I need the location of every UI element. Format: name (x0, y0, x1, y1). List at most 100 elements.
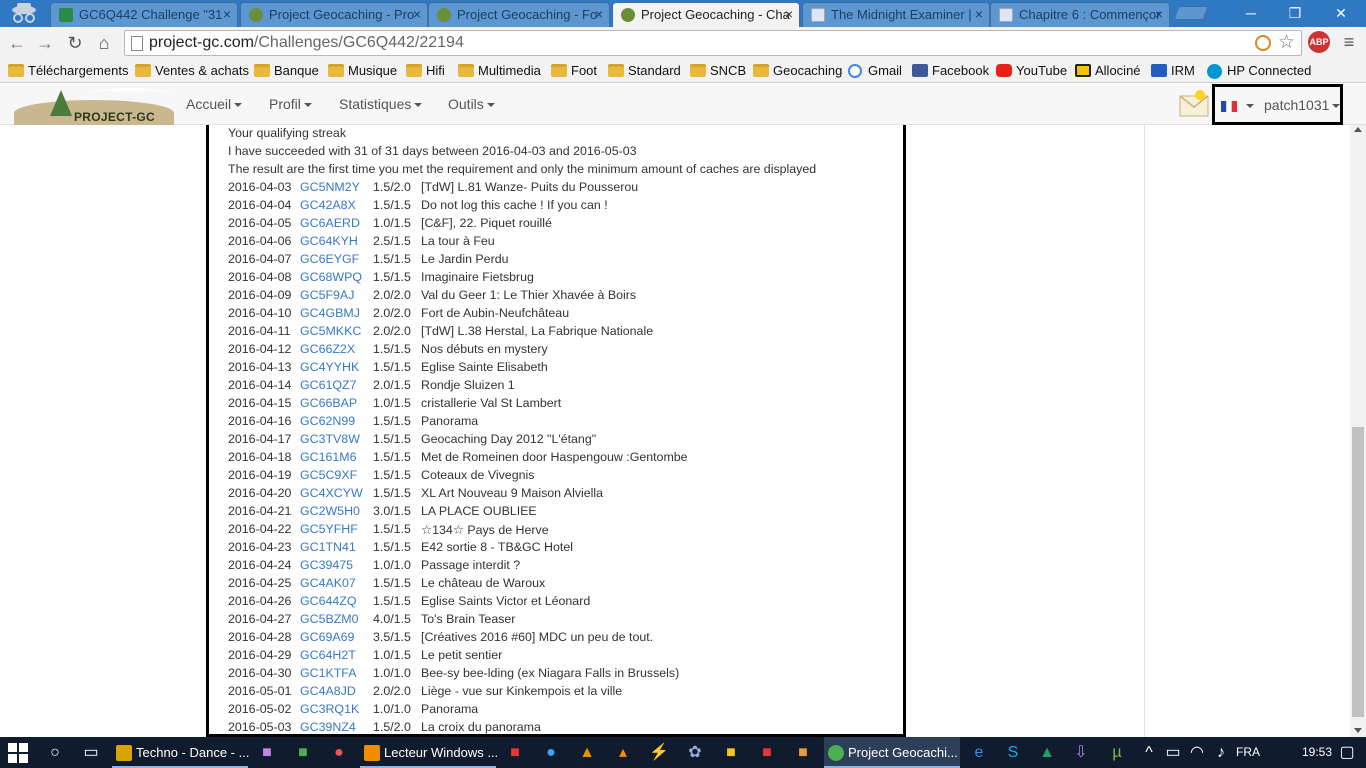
cache-code-link[interactable]: GC64KYH (300, 234, 358, 248)
minimize-button[interactable]: ─ (1228, 0, 1274, 26)
bookmark-item[interactable]: Gmail (848, 62, 902, 80)
flag-france-icon[interactable] (1221, 101, 1237, 112)
bookmark-item[interactable]: SNCB (690, 62, 746, 80)
cache-code-link[interactable]: GC62N99 (300, 414, 355, 428)
browser-tab-active[interactable]: Project Geocaching - Cha × (612, 2, 800, 27)
cache-code-link[interactable]: GC64H2T (300, 648, 356, 662)
app-icon[interactable]: ■ (292, 742, 314, 764)
forward-icon[interactable]: → (34, 32, 56, 54)
address-bar[interactable]: project-gc.com/Challenges/GC6Q442/22194 … (124, 30, 1302, 56)
nav-accueil[interactable]: Accueil (186, 96, 243, 112)
app-icon[interactable]: ✿ (684, 742, 706, 764)
cache-code-link[interactable]: GC3TV8W (300, 432, 360, 446)
app-icon[interactable]: ⚡ (648, 742, 670, 764)
bookmark-item[interactable]: Geocaching (753, 62, 842, 80)
caret-down-icon[interactable] (1246, 104, 1254, 108)
windows-start-icon[interactable] (8, 743, 28, 763)
notification-icon[interactable]: ▢ (1336, 742, 1358, 764)
bookmark-item[interactable]: IRM (1151, 62, 1195, 80)
cache-code-link[interactable]: GC5NM2Y (300, 180, 360, 194)
pdf-icon[interactable]: ■ (504, 742, 526, 764)
cache-code-link[interactable]: GC39475 (300, 558, 353, 572)
app-icon[interactable]: ■ (256, 742, 278, 764)
cache-code-link[interactable]: GC4A8JD (300, 684, 356, 698)
bookmark-item[interactable]: Banque (254, 62, 319, 80)
app-icon[interactable]: ■ (756, 742, 778, 764)
scroll-up-icon[interactable] (1354, 127, 1362, 132)
cache-code-link[interactable]: GC3RQ1K (300, 702, 359, 716)
tab-close-icon[interactable]: × (785, 3, 793, 26)
adblock-icon[interactable]: ABP (1308, 31, 1330, 53)
tab-close-icon[interactable]: × (223, 3, 231, 26)
wifi-icon[interactable]: ◠ (1186, 742, 1208, 764)
torrent-icon[interactable]: µ (1106, 742, 1128, 764)
close-window-button[interactable]: ✕ (1318, 0, 1364, 26)
cache-code-link[interactable]: GC66Z2X (300, 342, 355, 356)
cache-code-link[interactable]: GC2W5H0 (300, 504, 360, 518)
nav-profil[interactable]: Profil (269, 96, 312, 112)
nav-outils[interactable]: Outils (448, 96, 495, 112)
project-gc-logo[interactable]: PROJECT-GC (14, 84, 174, 126)
bookmark-item[interactable]: Facebook (912, 62, 989, 80)
drive-icon[interactable]: ▲ (1036, 742, 1058, 764)
cache-code-link[interactable]: GC161M6 (300, 450, 356, 464)
scrollbar-thumb[interactable] (1352, 427, 1364, 717)
scroll-down-icon[interactable] (1354, 728, 1362, 733)
bookmark-item[interactable]: Standard (608, 62, 681, 80)
cache-code-link[interactable]: GC5MKKC (300, 324, 361, 338)
app-icon[interactable]: ■ (792, 742, 814, 764)
app-icon[interactable]: ● (328, 742, 350, 764)
volume-icon[interactable]: ♪ (1210, 742, 1232, 764)
mail-icon[interactable] (1178, 88, 1210, 118)
browser-tab[interactable]: Project Geocaching - Fo × (428, 2, 610, 27)
cache-code-link[interactable]: GC6EYGF (300, 252, 359, 266)
cache-code-link[interactable]: GC5F9AJ (300, 288, 354, 302)
bookmark-item[interactable]: Foot (551, 62, 597, 80)
page-scrollbar[interactable] (1350, 125, 1366, 737)
tab-close-icon[interactable]: × (1155, 3, 1163, 26)
browser-tab[interactable]: Project Geocaching - Pro × (240, 2, 428, 27)
bookmark-item[interactable]: YouTube (996, 62, 1067, 80)
app-icon[interactable]: ● (540, 742, 562, 764)
menu-icon[interactable]: ≡ (1340, 31, 1358, 53)
download-icon[interactable]: ⇩ (1070, 742, 1092, 764)
cache-code-link[interactable]: GC644ZQ (300, 594, 356, 608)
bookmark-item[interactable]: HP Connected (1207, 62, 1311, 80)
cache-code-link[interactable]: GC5BZM0 (300, 612, 359, 626)
cache-code-link[interactable]: GC69A69 (300, 630, 354, 644)
cache-code-link[interactable]: GC4XCYW (300, 486, 363, 500)
taskbar-app[interactable]: Lecteur Windows ... (360, 737, 498, 768)
browser-tab[interactable]: GC6Q442 Challenge "31 × (50, 2, 238, 27)
cache-code-link[interactable]: GC1KTFA (300, 666, 356, 680)
cache-code-link[interactable]: GC4GBMJ (300, 306, 360, 320)
bookmark-item[interactable]: Musique (328, 62, 397, 80)
taskbar-app[interactable]: Techno - Dance - ... (112, 737, 249, 768)
task-view-icon[interactable]: ▭ (80, 742, 102, 764)
skype-icon[interactable]: S (1002, 742, 1024, 764)
bookmark-item[interactable]: Téléchargements (8, 62, 128, 80)
reload-icon[interactable]: ↻ (64, 32, 86, 54)
tab-close-icon[interactable]: × (595, 3, 603, 26)
restore-button[interactable]: ❐ (1272, 0, 1318, 26)
search-icon[interactable]: ○ (44, 742, 66, 764)
app-icon[interactable]: ■ (720, 742, 742, 764)
back-icon[interactable]: ← (6, 32, 28, 54)
cache-code-link[interactable]: GC39NZ4 (300, 720, 356, 734)
cache-code-link[interactable]: GC68WPQ (300, 270, 362, 284)
tab-close-icon[interactable]: × (975, 3, 983, 26)
browser-tab[interactable]: The Midnight Examiner | × (802, 2, 990, 27)
cache-code-link[interactable]: GC6AERD (300, 216, 360, 230)
cache-code-link[interactable]: GC1TN41 (300, 540, 356, 554)
cache-code-link[interactable]: GC5YFHF (300, 522, 358, 536)
bookmark-item[interactable]: Hifi (406, 62, 445, 80)
nav-statistiques[interactable]: Statistiques (339, 96, 423, 112)
language-indicator[interactable]: FRA (1236, 737, 1260, 768)
home-icon[interactable]: ⌂ (93, 32, 115, 54)
app-icon[interactable]: ▴ (612, 742, 634, 764)
taskbar-app-active[interactable]: Project Geocachi... (824, 737, 960, 768)
bookmark-item[interactable]: Allociné (1075, 62, 1141, 80)
clock[interactable]: 19:53 (1302, 737, 1332, 768)
new-tab-button[interactable] (1173, 6, 1209, 20)
cache-code-link[interactable]: GC5C9XF (300, 468, 357, 482)
blocked-content-icon[interactable] (1255, 35, 1271, 51)
